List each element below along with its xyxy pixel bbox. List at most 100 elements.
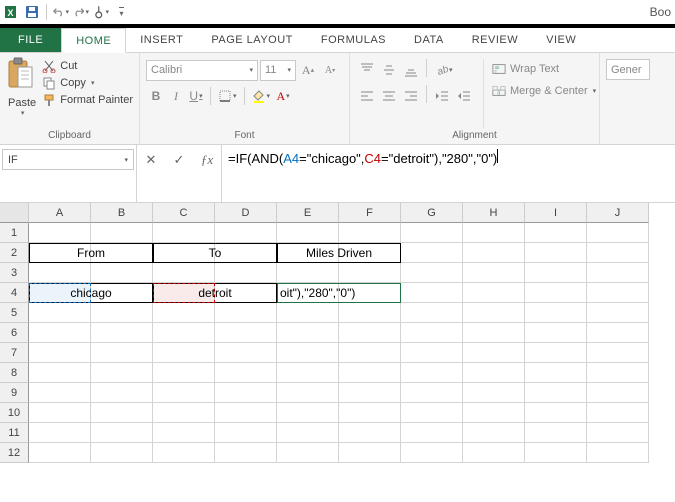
cell[interactable] — [401, 343, 463, 363]
cell[interactable] — [401, 223, 463, 243]
column-header[interactable]: B — [91, 203, 153, 223]
cell[interactable] — [339, 423, 401, 443]
align-right-icon[interactable] — [400, 85, 422, 107]
cell[interactable] — [463, 303, 525, 323]
cell[interactable] — [215, 363, 277, 383]
cell[interactable] — [587, 263, 649, 283]
save-icon[interactable] — [24, 4, 40, 20]
cell[interactable] — [463, 423, 525, 443]
cell[interactable] — [215, 343, 277, 363]
tab-view[interactable]: VIEW — [532, 28, 590, 52]
cell[interactable] — [525, 443, 587, 463]
undo-icon[interactable]: ▾ — [53, 4, 69, 20]
cell[interactable] — [215, 403, 277, 423]
row-header[interactable]: 2 — [0, 243, 29, 263]
fill-color-button[interactable]: ▾ — [249, 85, 274, 107]
cell[interactable] — [153, 403, 215, 423]
cell[interactable] — [153, 443, 215, 463]
number-format-select[interactable]: Gener — [606, 59, 650, 80]
row-header[interactable]: 9 — [0, 383, 29, 403]
row-header[interactable]: 6 — [0, 323, 29, 343]
cell[interactable] — [525, 303, 587, 323]
column-header[interactable]: J — [587, 203, 649, 223]
cell[interactable] — [401, 403, 463, 423]
tab-insert[interactable]: INSERT — [126, 28, 197, 52]
cell[interactable] — [587, 303, 649, 323]
tab-data[interactable]: DATA — [400, 28, 458, 52]
cell[interactable] — [587, 343, 649, 363]
column-header[interactable]: A — [29, 203, 91, 223]
increase-indent-icon[interactable] — [453, 85, 475, 107]
tab-page-layout[interactable]: PAGE LAYOUT — [197, 28, 307, 52]
cell[interactable] — [215, 423, 277, 443]
cell[interactable] — [587, 363, 649, 383]
cell[interactable] — [587, 283, 649, 303]
column-header[interactable]: I — [525, 203, 587, 223]
cell[interactable] — [525, 323, 587, 343]
font-color-button[interactable]: A▾ — [273, 85, 293, 107]
cell[interactable] — [153, 223, 215, 243]
cell[interactable] — [29, 403, 91, 423]
align-top-icon[interactable] — [356, 59, 378, 81]
align-bottom-icon[interactable] — [400, 59, 422, 81]
cell[interactable] — [29, 223, 91, 243]
cell[interactable] — [29, 443, 91, 463]
cell[interactable] — [463, 223, 525, 243]
cell[interactable] — [339, 283, 401, 303]
cell[interactable] — [525, 243, 587, 263]
cell[interactable] — [91, 423, 153, 443]
cell[interactable] — [587, 223, 649, 243]
cell[interactable] — [587, 383, 649, 403]
cell[interactable] — [525, 223, 587, 243]
cell[interactable] — [91, 303, 153, 323]
cell[interactable] — [339, 223, 401, 243]
cell[interactable] — [153, 243, 215, 263]
cell[interactable] — [401, 263, 463, 283]
cell[interactable] — [215, 223, 277, 243]
select-all-corner[interactable] — [0, 203, 29, 223]
cell[interactable] — [525, 423, 587, 443]
format-painter-button[interactable]: Format Painter — [42, 93, 133, 107]
border-button[interactable]: ▾ — [215, 85, 240, 107]
cell[interactable] — [401, 423, 463, 443]
font-size-select[interactable]: 11▾ — [260, 60, 296, 81]
cell[interactable] — [339, 243, 401, 263]
cell[interactable] — [153, 383, 215, 403]
cell[interactable] — [153, 303, 215, 323]
bold-button[interactable]: B — [146, 85, 166, 107]
cell[interactable] — [153, 263, 215, 283]
cell[interactable] — [525, 383, 587, 403]
cell[interactable] — [587, 323, 649, 343]
insert-function-icon[interactable]: ƒx — [193, 149, 221, 170]
cell[interactable] — [215, 323, 277, 343]
cell[interactable] — [153, 343, 215, 363]
touch-mode-icon[interactable]: ▾ — [93, 4, 109, 20]
cell[interactable] — [401, 323, 463, 343]
decrease-font-icon[interactable]: A▾ — [320, 59, 340, 81]
decrease-indent-icon[interactable] — [431, 85, 453, 107]
cell[interactable] — [401, 243, 463, 263]
cell[interactable] — [215, 283, 277, 303]
cell[interactable] — [277, 343, 339, 363]
cell[interactable] — [29, 363, 91, 383]
cell[interactable] — [29, 263, 91, 283]
cell[interactable] — [215, 443, 277, 463]
copy-button[interactable]: Copy ▾ — [42, 76, 133, 90]
merge-center-button[interactable]: a Merge & Center ▾ — [490, 81, 598, 101]
cancel-formula-icon[interactable]: ✕ — [137, 149, 165, 170]
cell[interactable] — [29, 343, 91, 363]
cell[interactable] — [277, 403, 339, 423]
cell[interactable] — [277, 383, 339, 403]
cell[interactable] — [91, 383, 153, 403]
cell[interactable] — [339, 383, 401, 403]
row-header[interactable]: 10 — [0, 403, 29, 423]
italic-button[interactable]: I — [166, 85, 186, 107]
cell[interactable] — [587, 243, 649, 263]
column-header[interactable]: D — [215, 203, 277, 223]
cell[interactable] — [339, 343, 401, 363]
cell[interactable] — [525, 263, 587, 283]
cell[interactable] — [339, 263, 401, 283]
cell[interactable] — [29, 283, 91, 303]
cell[interactable] — [277, 303, 339, 323]
align-middle-icon[interactable] — [378, 59, 400, 81]
